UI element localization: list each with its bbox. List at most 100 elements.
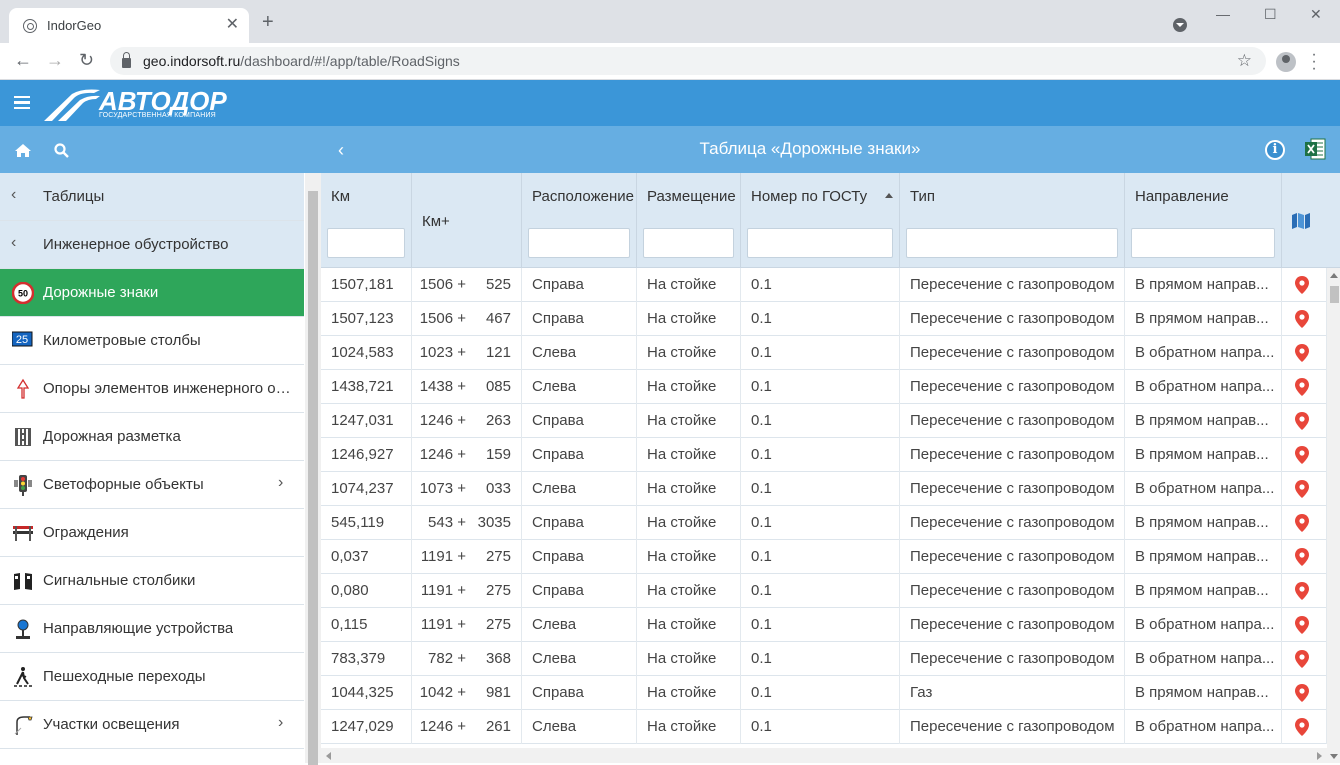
sidebar-item-supports[interactable]: Опоры элементов инженерного об... xyxy=(0,365,304,413)
browser-tab[interactable]: IndorGeo ✕ xyxy=(9,8,249,43)
info-icon[interactable]: i xyxy=(1265,140,1285,160)
map-pin-icon[interactable] xyxy=(1295,480,1309,498)
column-gost-number[interactable]: Номер по ГОСТу xyxy=(741,173,900,268)
column-direction[interactable]: Направление xyxy=(1125,173,1282,268)
map-icon[interactable] xyxy=(1291,213,1311,229)
table-row[interactable]: 1044,325 1042 + 981 Справа На стойке 0.1 Газ В … xyxy=(321,676,1327,710)
sidebar-item-guide-devices[interactable]: Направляющие устройства xyxy=(0,605,304,653)
map-pin-icon[interactable] xyxy=(1295,344,1309,362)
cell-km-plus-base: 1246 + xyxy=(419,412,466,429)
cell-km: 783,379 xyxy=(321,642,412,676)
map-pin-icon[interactable] xyxy=(1295,310,1309,328)
column-placement[interactable]: Размещение xyxy=(637,173,741,268)
hamburger-menu-icon[interactable] xyxy=(14,96,30,110)
sidebar-item-road-signs[interactable]: 50 Дорожные знаки xyxy=(0,269,304,317)
filter-input-direction[interactable] xyxy=(1131,228,1275,258)
sidebar-item-pedestrian-crossings[interactable]: Пешеходные переходы xyxy=(0,653,304,701)
sidebar-item-km-posts[interactable]: 25 Километровые столбы xyxy=(0,317,304,365)
cell-direction: В прямом направ... xyxy=(1125,676,1282,710)
cell-km: 1024,583 xyxy=(321,336,412,370)
scroll-left-arrow-icon[interactable] xyxy=(326,752,331,760)
sidebar-scrollbar-thumb[interactable] xyxy=(308,191,318,765)
cell-km-plus-base: 1246 + xyxy=(419,446,466,463)
table-row[interactable]: 1074,237 1073 + 033 Слева На стойке 0.1 Пересе… xyxy=(321,472,1327,506)
lighting-icon xyxy=(14,716,33,735)
new-tab-button[interactable]: + xyxy=(262,12,274,32)
url-path: /dashboard/#!/app/table/RoadSigns xyxy=(240,53,460,69)
table-row[interactable]: 545,119 543 + 3035 Справа На стойке 0.1 Пересе… xyxy=(321,506,1327,540)
table-row[interactable]: 0,080 1191 + 275 Справа На стойке 0.1 Пересече… xyxy=(321,574,1327,608)
sidebar-item-label: Ограждения xyxy=(43,524,129,541)
column-km[interactable]: Км xyxy=(321,173,412,268)
map-pin-icon[interactable] xyxy=(1295,412,1309,430)
browser-menu-icon[interactable]: · · · xyxy=(1311,47,1317,77)
map-pin-icon[interactable] xyxy=(1295,582,1309,600)
table-row[interactable]: 1507,181 1506 + 525 Справа На стойке 0.1 Перес… xyxy=(321,268,1327,302)
close-window-button[interactable]: ✕ xyxy=(1310,6,1322,23)
filter-input-km[interactable] xyxy=(327,228,405,258)
reload-icon[interactable]: ↻ xyxy=(79,50,94,70)
sidebar-item-barriers[interactable]: Ограждения xyxy=(0,509,304,557)
search-icon[interactable] xyxy=(54,143,69,158)
map-pin-icon[interactable] xyxy=(1295,616,1309,634)
forward-arrow-icon[interactable]: → xyxy=(46,50,64,70)
cell-km-plus-offset: 525 xyxy=(476,268,522,302)
map-pin-icon[interactable] xyxy=(1295,446,1309,464)
filter-input-location[interactable] xyxy=(528,228,630,258)
sidebar-scrollbar[interactable] xyxy=(305,173,321,765)
map-pin-icon[interactable] xyxy=(1295,684,1309,702)
profile-avatar-icon[interactable] xyxy=(1276,52,1296,72)
back-arrow-icon[interactable]: ← xyxy=(14,50,32,70)
map-pin-icon[interactable] xyxy=(1295,378,1309,396)
tab-search-icon[interactable] xyxy=(1173,18,1187,32)
table-row[interactable]: 1247,031 1246 + 263 Справа На стойке 0.1 Перес… xyxy=(321,404,1327,438)
scroll-up-arrow-icon[interactable] xyxy=(1330,273,1338,278)
sidebar-item-road-marking[interactable]: Дорожная разметка xyxy=(0,413,304,461)
column-km-plus[interactable]: Км+ xyxy=(412,173,522,268)
map-pin-icon[interactable] xyxy=(1295,650,1309,668)
excel-export-icon[interactable] xyxy=(1305,138,1326,160)
bookmark-star-icon[interactable]: ☆ xyxy=(1237,51,1252,71)
table-row[interactable]: 0,115 1191 + 275 Слева На стойке 0.1 Пересечен… xyxy=(321,608,1327,642)
table-row[interactable]: 1507,123 1506 + 467 Справа На стойке 0.1 Перес… xyxy=(321,302,1327,336)
map-pin-icon[interactable] xyxy=(1295,548,1309,566)
collapse-panel-chevron-icon[interactable]: ‹ xyxy=(338,140,344,161)
filter-input-placement[interactable] xyxy=(643,228,734,258)
cell-direction: В обратном напра... xyxy=(1125,472,1282,506)
cell-direction: В прямом направ... xyxy=(1125,438,1282,472)
table-row[interactable]: 783,379 782 + 368 Слева На стойке 0.1 Пересече… xyxy=(321,642,1327,676)
table-row[interactable]: 1246,927 1246 + 159 Справа На стойке 0.1 Перес… xyxy=(321,438,1327,472)
table-row[interactable]: 1438,721 1438 + 085 Слева На стойке 0.1 Пересе… xyxy=(321,370,1327,404)
sidebar-item-lighting[interactable]: Участки освещения › xyxy=(0,701,304,749)
cell-km: 545,119 xyxy=(321,506,412,540)
table-row[interactable]: 1024,583 1023 + 121 Слева На стойке 0.1 Пересе… xyxy=(321,336,1327,370)
restore-button[interactable]: ☐ xyxy=(1264,6,1277,23)
column-location[interactable]: Расположение xyxy=(522,173,637,268)
map-pin-icon[interactable] xyxy=(1295,514,1309,532)
table-row[interactable]: 1247,029 1246 + 261 Слева На стойке 0.1 Пересе… xyxy=(321,710,1327,744)
cell-km-plus-base: 1438 + xyxy=(419,378,466,395)
sidebar-item-tables[interactable]: ‹ Таблицы xyxy=(0,173,304,221)
column-header-label: Направление xyxy=(1135,188,1229,205)
map-pin-icon[interactable] xyxy=(1295,276,1309,294)
scroll-right-arrow-icon[interactable] xyxy=(1317,752,1322,760)
table-vertical-scrollbar[interactable] xyxy=(1327,268,1340,763)
sidebar-item-signal-posts[interactable]: Сигнальные столбики xyxy=(0,557,304,605)
filter-input-type[interactable] xyxy=(906,228,1118,258)
table-horizontal-scrollbar[interactable] xyxy=(321,748,1327,763)
speed-limit-badge: 50 xyxy=(18,289,28,299)
table-scrollbar-thumb[interactable] xyxy=(1330,286,1339,303)
home-icon[interactable] xyxy=(14,143,32,158)
map-pin-icon[interactable] xyxy=(1295,718,1309,736)
scroll-down-arrow-icon[interactable] xyxy=(1330,754,1338,759)
address-bar[interactable]: geo.indorsoft.ru/dashboard/#!/app/table/… xyxy=(110,47,1266,75)
minimize-button[interactable]: — xyxy=(1216,6,1230,22)
sort-ascending-icon[interactable] xyxy=(885,193,893,198)
cell-direction: В прямом направ... xyxy=(1125,540,1282,574)
sidebar-item-engineering[interactable]: ‹ Инженерное обустройство xyxy=(0,221,304,269)
filter-input-gost[interactable] xyxy=(747,228,893,258)
sidebar-item-traffic-lights[interactable]: Светофорные объекты › xyxy=(0,461,304,509)
table-row[interactable]: 0,037 1191 + 275 Справа На стойке 0.1 Пересече… xyxy=(321,540,1327,574)
column-type[interactable]: Тип xyxy=(900,173,1125,268)
tab-close-icon[interactable]: ✕ xyxy=(226,17,239,33)
